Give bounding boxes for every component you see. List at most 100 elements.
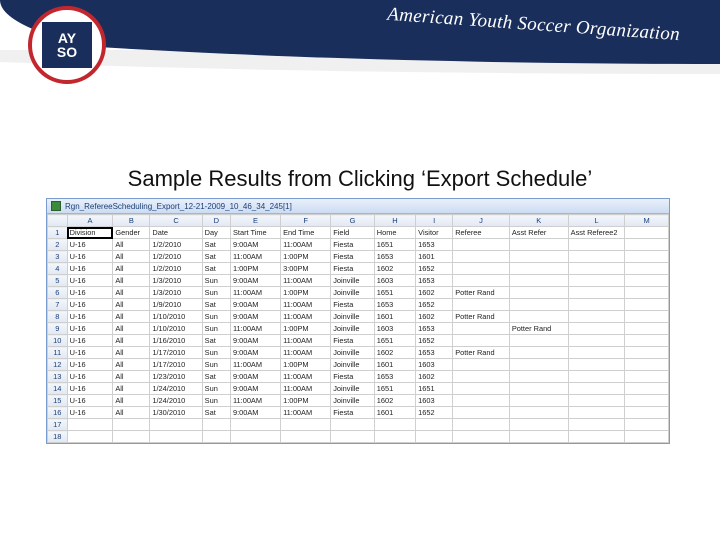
cell[interactable] xyxy=(453,323,510,335)
cell[interactable]: All xyxy=(113,311,150,323)
cell[interactable] xyxy=(625,419,669,431)
cell[interactable]: Potter Rand xyxy=(453,347,510,359)
cell[interactable]: U-16 xyxy=(67,371,113,383)
cell[interactable]: 1602 xyxy=(374,347,415,359)
cell[interactable] xyxy=(509,395,568,407)
header-cell[interactable]: Field xyxy=(331,227,375,239)
cell[interactable] xyxy=(281,419,331,431)
row-number[interactable]: 2 xyxy=(48,239,68,251)
cell[interactable] xyxy=(453,395,510,407)
col-letter[interactable]: D xyxy=(202,215,230,227)
cell[interactable]: 9:00AM xyxy=(230,335,280,347)
cell[interactable] xyxy=(150,431,202,443)
cell[interactable]: 1651 xyxy=(374,335,415,347)
row-number[interactable]: 3 xyxy=(48,251,68,263)
cell[interactable]: 9:00AM xyxy=(230,299,280,311)
cell[interactable]: 1:00PM xyxy=(230,263,280,275)
cell[interactable]: Joinville xyxy=(331,347,375,359)
cell[interactable]: Fiesta xyxy=(331,239,375,251)
cell[interactable]: 1653 xyxy=(374,251,415,263)
cell[interactable]: 1651 xyxy=(374,239,415,251)
cell[interactable]: Fiesta xyxy=(331,335,375,347)
cell[interactable]: 1/30/2010 xyxy=(150,407,202,419)
cell[interactable]: 1:00PM xyxy=(281,359,331,371)
cell[interactable]: 9:00AM xyxy=(230,347,280,359)
header-cell[interactable] xyxy=(625,227,669,239)
cell[interactable]: 1652 xyxy=(416,407,453,419)
cell[interactable]: 1652 xyxy=(416,263,453,275)
cell[interactable]: Joinville xyxy=(331,287,375,299)
header-cell[interactable]: Gender xyxy=(113,227,150,239)
cell[interactable]: 11:00AM xyxy=(230,395,280,407)
cell[interactable]: Joinville xyxy=(331,359,375,371)
cell[interactable] xyxy=(568,419,625,431)
cell[interactable]: 1601 xyxy=(374,359,415,371)
cell[interactable]: 1/2/2010 xyxy=(150,239,202,251)
cell[interactable]: Sat xyxy=(202,251,230,263)
cell[interactable]: Fiesta xyxy=(331,371,375,383)
cell[interactable]: Joinville xyxy=(331,383,375,395)
cell[interactable]: Sun xyxy=(202,359,230,371)
cell[interactable]: 1602 xyxy=(416,287,453,299)
row-number[interactable]: 10 xyxy=(48,335,68,347)
cell[interactable]: 9:00AM xyxy=(230,275,280,287)
cell[interactable]: Sat xyxy=(202,239,230,251)
header-cell[interactable]: Visitor xyxy=(416,227,453,239)
cell[interactable]: U-16 xyxy=(67,287,113,299)
cell[interactable] xyxy=(625,347,669,359)
cell[interactable] xyxy=(113,431,150,443)
cell[interactable] xyxy=(67,419,113,431)
cell[interactable]: U-16 xyxy=(67,263,113,275)
cell[interactable] xyxy=(67,431,113,443)
row-number[interactable]: 17 xyxy=(48,419,68,431)
cell[interactable]: Potter Rand xyxy=(453,311,510,323)
cell[interactable]: All xyxy=(113,275,150,287)
cell[interactable]: 1602 xyxy=(416,371,453,383)
cell[interactable]: 1/10/2010 xyxy=(150,323,202,335)
cell[interactable]: U-16 xyxy=(67,407,113,419)
cell[interactable]: Joinville xyxy=(331,275,375,287)
cell[interactable] xyxy=(568,251,625,263)
cell[interactable] xyxy=(374,419,415,431)
cell[interactable] xyxy=(568,287,625,299)
cell[interactable] xyxy=(625,371,669,383)
cell[interactable] xyxy=(568,275,625,287)
cell[interactable] xyxy=(453,299,510,311)
cell[interactable] xyxy=(509,359,568,371)
cell[interactable]: 1:00PM xyxy=(281,323,331,335)
cell[interactable]: 1/3/2010 xyxy=(150,287,202,299)
cell[interactable]: U-16 xyxy=(67,335,113,347)
cell[interactable] xyxy=(509,287,568,299)
cell[interactable]: 1602 xyxy=(374,263,415,275)
cell[interactable] xyxy=(509,299,568,311)
header-cell[interactable]: Division xyxy=(67,227,113,239)
cell[interactable]: 1651 xyxy=(374,383,415,395)
cell[interactable]: 1/17/2010 xyxy=(150,347,202,359)
cell[interactable] xyxy=(453,335,510,347)
header-cell[interactable]: Date xyxy=(150,227,202,239)
cell[interactable]: Fiesta xyxy=(331,251,375,263)
cell[interactable]: All xyxy=(113,347,150,359)
cell[interactable]: Joinville xyxy=(331,395,375,407)
col-letter[interactable]: E xyxy=(230,215,280,227)
cell[interactable]: 1651 xyxy=(416,383,453,395)
cell[interactable]: Sun xyxy=(202,287,230,299)
cell[interactable]: 1601 xyxy=(374,311,415,323)
header-cell[interactable]: Start Time xyxy=(230,227,280,239)
cell[interactable]: U-16 xyxy=(67,347,113,359)
cell[interactable]: All xyxy=(113,359,150,371)
header-cell[interactable]: Home xyxy=(374,227,415,239)
cell[interactable]: Fiesta xyxy=(331,263,375,275)
cell[interactable] xyxy=(625,383,669,395)
col-letter[interactable]: H xyxy=(374,215,415,227)
cell[interactable]: 1/9/2010 xyxy=(150,299,202,311)
cell[interactable] xyxy=(509,311,568,323)
cell[interactable]: 1:00PM xyxy=(281,395,331,407)
cell[interactable] xyxy=(509,275,568,287)
cell[interactable] xyxy=(568,239,625,251)
cell[interactable]: All xyxy=(113,239,150,251)
cell[interactable]: Fiesta xyxy=(331,407,375,419)
cell[interactable] xyxy=(453,407,510,419)
cell[interactable] xyxy=(568,431,625,443)
cell[interactable]: U-16 xyxy=(67,323,113,335)
